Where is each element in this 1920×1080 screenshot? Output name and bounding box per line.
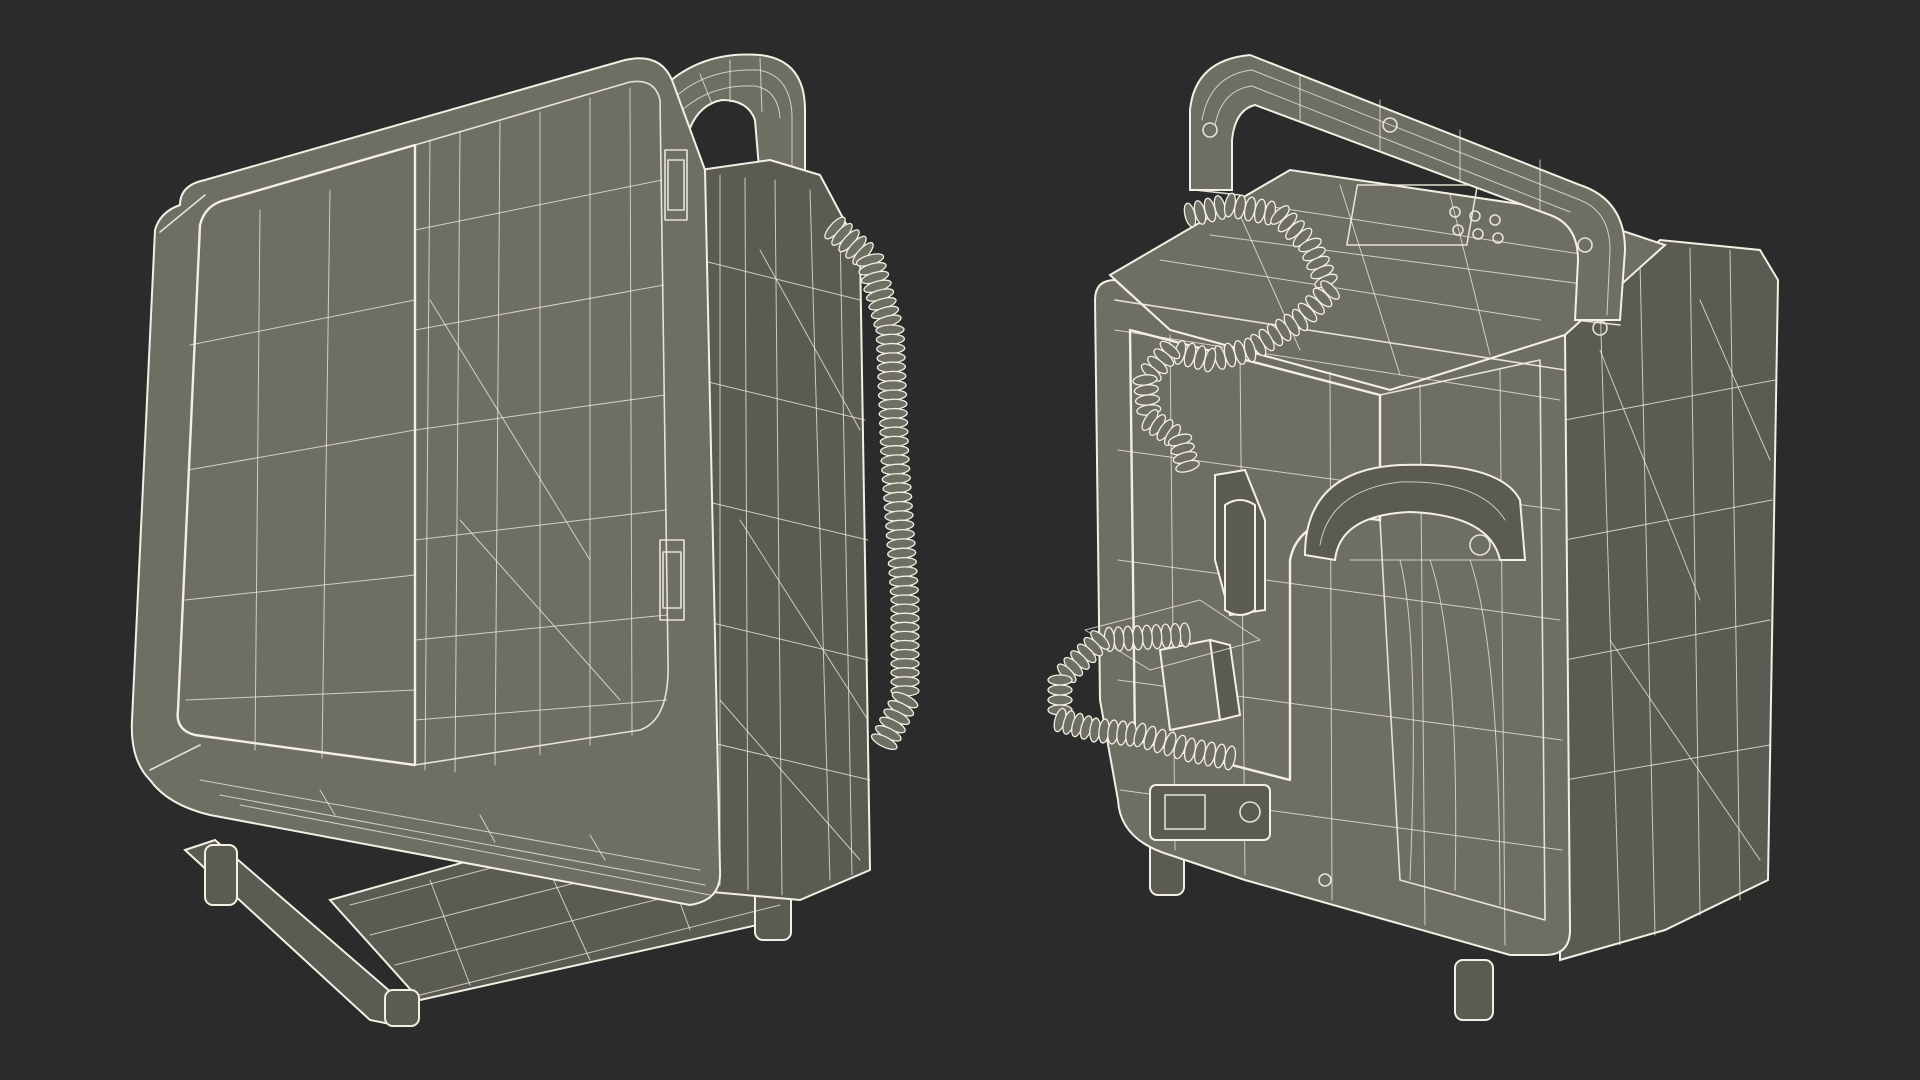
right-device-side-panel bbox=[1559, 238, 1780, 962]
left-device-body bbox=[130, 57, 722, 907]
wireframe-render bbox=[130, 53, 1780, 1027]
cable-coil-loop bbox=[1047, 674, 1073, 686]
cable-coil-loop bbox=[1047, 684, 1073, 696]
render-canvas bbox=[0, 0, 1920, 1080]
defibrillator-rear-wireframe bbox=[1047, 53, 1780, 1021]
cable-coil-loop bbox=[1047, 694, 1073, 706]
defibrillator-front-wireframe bbox=[130, 53, 920, 1027]
